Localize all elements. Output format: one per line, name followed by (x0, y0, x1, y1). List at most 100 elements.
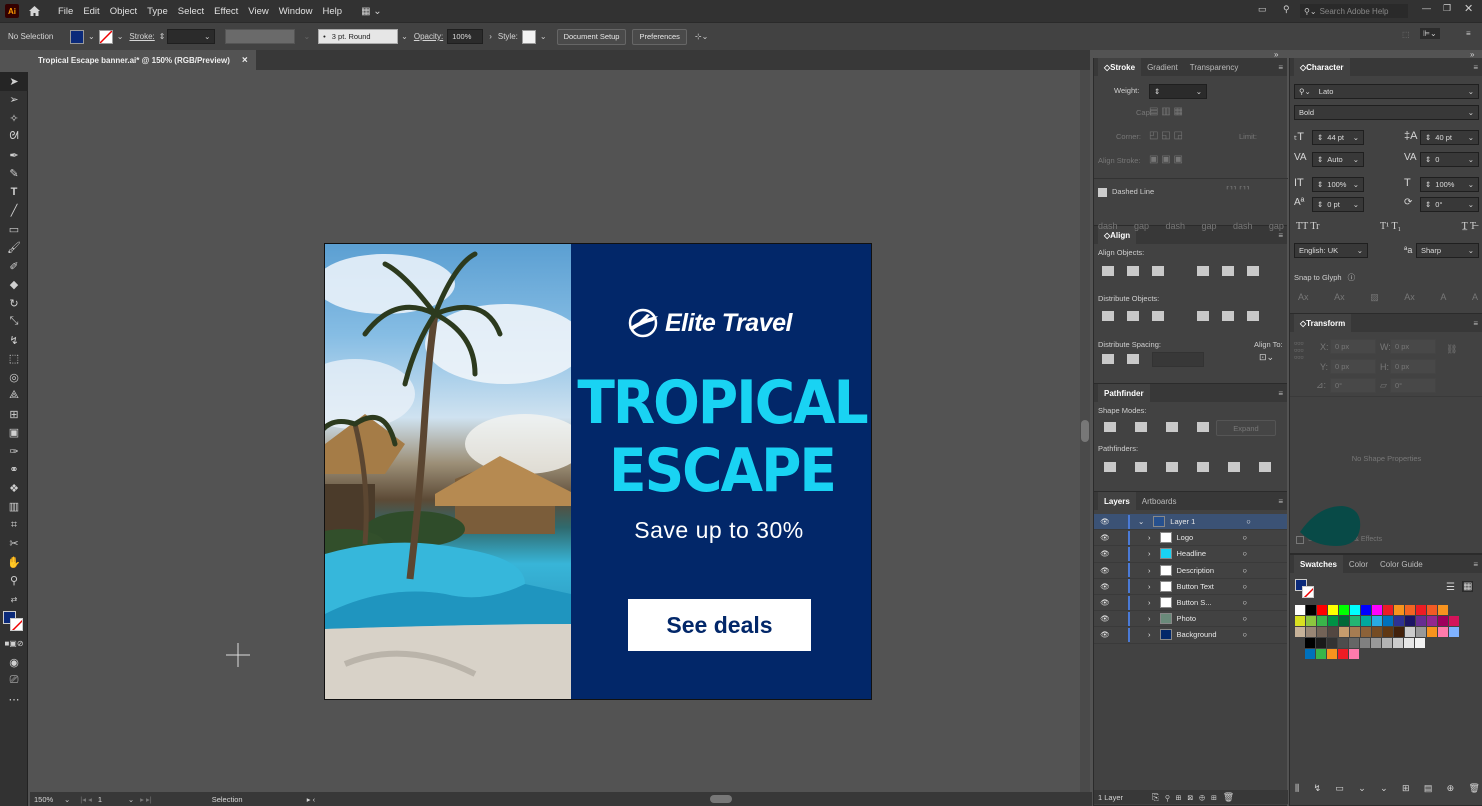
align-to-icon[interactable]: ⊡⌄ (1259, 352, 1274, 363)
shaper-tool-icon[interactable]: ✐ (0, 257, 28, 276)
menu-object[interactable]: Object (105, 6, 142, 17)
target-icon[interactable]: ○ (1243, 598, 1248, 607)
color-swatch[interactable] (1328, 605, 1338, 615)
eye-icon[interactable]: 👁 (1094, 630, 1116, 639)
rotate-tool-icon[interactable]: ↻ (0, 294, 28, 313)
color-swatch[interactable] (1305, 649, 1315, 659)
help-search-field[interactable]: ⚲⌄ Search Adobe Help (1300, 4, 1408, 18)
scroll-thumb[interactable] (1081, 420, 1089, 442)
dashed-line-checkbox[interactable] (1098, 188, 1107, 197)
layer-row-button-shape[interactable]: 👁 › Button S... ○ (1094, 595, 1287, 612)
shape-mode-icons[interactable] (1104, 422, 1222, 434)
color-swatch[interactable] (1394, 627, 1404, 637)
color-swatch[interactable] (1295, 605, 1305, 615)
eraser-tool-icon[interactable]: ◆ (0, 276, 28, 295)
color-swatch[interactable] (1316, 638, 1326, 648)
stroke-weight-field[interactable]: ⌄ (167, 29, 216, 44)
menu-icon[interactable]: ≡ (1466, 29, 1471, 38)
hand-tool-icon[interactable]: ✋ (0, 553, 28, 572)
color-swatch[interactable] (1295, 616, 1305, 626)
character-rotation-field[interactable]: ⇕ 0° ⌄ (1420, 197, 1479, 212)
color-swatch[interactable] (1405, 605, 1415, 615)
color-swatch[interactable] (1449, 616, 1459, 626)
artboard-tool-icon[interactable]: ⌗ (0, 516, 28, 535)
eye-icon[interactable]: 👁 (1094, 533, 1116, 542)
color-swatch[interactable] (1394, 616, 1404, 626)
document-tab[interactable]: Tropical Escape banner.ai* @ 150% (RGB/P… (30, 50, 256, 70)
color-swatch[interactable] (1405, 627, 1415, 637)
color-swatch[interactable] (1350, 616, 1360, 626)
color-swatch[interactable] (1427, 605, 1437, 615)
chevron-down-icon[interactable]: ⌄ (88, 32, 95, 41)
swap-fill-stroke-icon[interactable]: ⇄ (0, 590, 28, 609)
screen-mode-icon[interactable]: ⎚ (0, 672, 28, 691)
layer-row-layer-1[interactable]: 👁 ⌄ Layer 1 ○ (1094, 514, 1287, 531)
vertical-scrollbar[interactable] (1080, 70, 1090, 792)
panel-toggle-icon[interactable]: ⬚ (1402, 30, 1410, 39)
antialias-field[interactable]: Sharp ⌄ (1416, 243, 1479, 258)
direct-selection-tool-icon[interactable]: ➢ (0, 91, 28, 110)
minimize-icon[interactable]: — (1422, 3, 1431, 13)
weight-field[interactable]: ⇕ ⌄ (1149, 84, 1207, 99)
language-field[interactable]: English: UK ⌄ (1294, 243, 1368, 258)
eye-icon[interactable]: 👁 (1094, 517, 1116, 526)
tab-character[interactable]: ◇ Character (1294, 58, 1350, 76)
layer-row-photo[interactable]: 👁 › Photo ○ (1094, 611, 1287, 628)
color-swatch[interactable] (1383, 605, 1393, 615)
swatch-fill-stroke[interactable] (1295, 579, 1317, 601)
tab-gradient[interactable]: Gradient (1141, 58, 1184, 76)
menu-help[interactable]: Help (318, 6, 348, 17)
description[interactable]: Save up to 30% (571, 517, 867, 544)
color-swatch[interactable] (1327, 638, 1337, 648)
constrain-proportions-icon[interactable]: ⛓ (1446, 344, 1457, 355)
edit-toolbar-icon[interactable]: ⋯ (0, 690, 28, 709)
menu-edit[interactable]: Edit (78, 6, 104, 17)
zoom-tool-icon[interactable]: ⚲ (0, 572, 28, 591)
layer-row-description[interactable]: 👁 › Description ○ (1094, 563, 1287, 579)
pen-tool-icon[interactable]: ✒ (0, 146, 28, 165)
color-swatch[interactable] (1338, 638, 1348, 648)
font-size-field[interactable]: ⇕ 44 pt ⌄ (1312, 130, 1364, 145)
color-swatch[interactable] (1438, 605, 1448, 615)
dash-alignment-icons[interactable]: ⸢⸣⸣ ⸢⸣⸣ (1226, 185, 1250, 196)
lightbulb-icon[interactable]: ⚲ (1283, 4, 1290, 15)
chevron-right-icon[interactable]: › (1148, 533, 1151, 542)
eye-icon[interactable]: 👁 (1094, 582, 1116, 591)
color-swatch[interactable] (1295, 627, 1305, 637)
target-icon[interactable]: ○ (1246, 517, 1251, 526)
restore-icon[interactable]: ❐ (1443, 3, 1451, 14)
chevron-down-icon[interactable]: ⌄ (1138, 517, 1144, 526)
color-swatch[interactable] (1416, 627, 1426, 637)
tab-color-guide[interactable]: Color Guide (1374, 555, 1429, 573)
color-swatch[interactable] (1438, 627, 1448, 637)
color-swatch[interactable] (1415, 638, 1425, 648)
info-icon[interactable]: ⓘ (1348, 273, 1356, 282)
close-icon[interactable]: ✕ (1464, 2, 1473, 15)
color-swatch[interactable] (1372, 616, 1382, 626)
color-swatch[interactable] (1338, 649, 1348, 659)
layer-row-background[interactable]: 👁 › Background ○ (1094, 627, 1287, 644)
font-family-field[interactable]: ⚲⌄ Lato ⌄ (1294, 84, 1479, 99)
horizontal-scale-field[interactable]: ⇕ 100% ⌄ (1420, 177, 1479, 192)
brand-logo[interactable]: Elite Travel (627, 308, 792, 338)
collapse-dock-icon[interactable]: » (1274, 50, 1278, 59)
workspace-layout-icon[interactable]: ▦ ⌄ (361, 6, 382, 17)
stroke-swatch[interactable] (98, 29, 113, 44)
headline[interactable]: TROPICAL ESCAPE (571, 368, 871, 505)
menu-type[interactable]: Type (142, 6, 173, 17)
blend-tool-icon[interactable]: ⚭ (0, 461, 28, 480)
tab-layers[interactable]: Layers (1098, 492, 1136, 510)
color-swatch[interactable] (1339, 627, 1349, 637)
color-swatch[interactable] (1438, 616, 1448, 626)
brush-definition[interactable]: • 3 pt. Round (318, 29, 399, 44)
swatches-footer[interactable]: ⫼ ↯ ▭ ⌄ ⌄ ⊞ ▤ ⊕ 🗑 (1295, 783, 1480, 794)
color-swatch[interactable] (1327, 649, 1337, 659)
panel-menu-icon[interactable]: ≡ (1278, 63, 1283, 72)
color-swatch[interactable] (1317, 616, 1327, 626)
leading-field[interactable]: ⇕ 40 pt ⌄ (1420, 130, 1479, 145)
fill-stroke-indicator[interactable] (0, 609, 27, 635)
color-swatch[interactable] (1317, 605, 1327, 615)
swatch-grid[interactable] (1295, 605, 1480, 660)
color-mode-icon[interactable]: ■▣⊘ (0, 635, 28, 654)
chevron-right-icon[interactable]: › (1148, 598, 1151, 607)
